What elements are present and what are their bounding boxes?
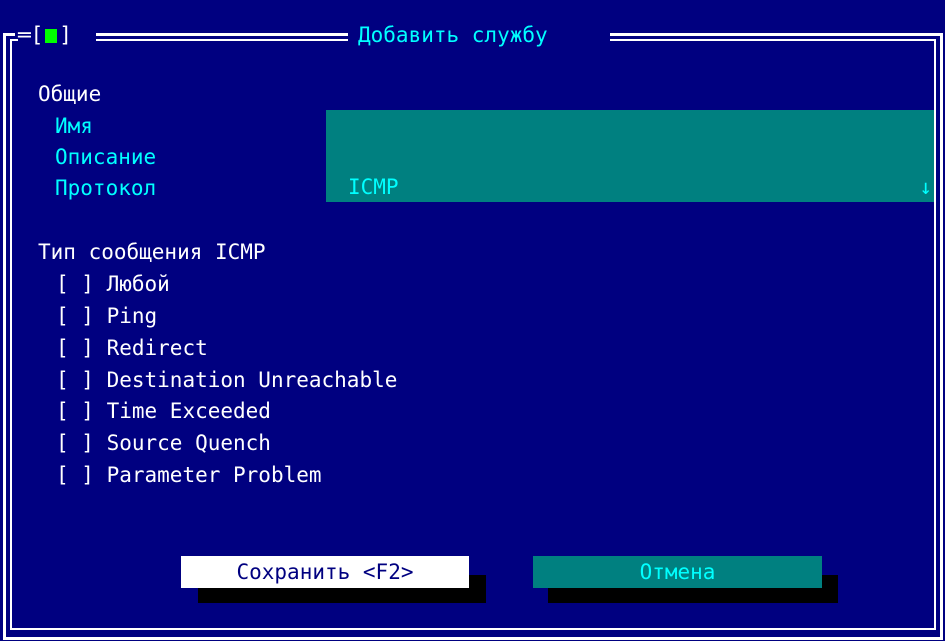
close-box-left: ═[ — [18, 23, 44, 47]
checkbox-ping[interactable]: [ ] Ping — [56, 302, 157, 330]
close-button[interactable]: ═[] — [18, 22, 72, 48]
name-label: Имя — [55, 114, 93, 138]
checkbox-box[interactable]: [ ] — [56, 304, 94, 328]
checkbox-destination-unreachable[interactable]: [ ] Destination Unreachable — [56, 366, 397, 394]
checkbox-label: Redirect — [106, 336, 208, 360]
protocol-select[interactable]: ICMP ↓ — [326, 172, 934, 202]
protocol-label: Протокол — [55, 176, 157, 200]
description-label: Описание — [55, 145, 157, 169]
name-field[interactable] — [326, 110, 934, 141]
checkbox-label: Source Quench — [106, 431, 271, 455]
checkbox-label: Time Exceeded — [106, 399, 271, 423]
checkbox-box[interactable]: [ ] — [56, 431, 94, 455]
cancel-button[interactable]: Отмена — [533, 556, 822, 588]
save-button[interactable]: Сохранить <F2> — [181, 556, 469, 588]
checkbox-label: Destination Unreachable — [106, 368, 398, 392]
close-box-right: ] — [59, 23, 72, 47]
frame-top-line — [96, 39, 348, 41]
checkbox-box[interactable]: [ ] — [56, 272, 94, 296]
checkbox-label: Любой — [106, 272, 170, 296]
protocol-value: ICMP — [348, 175, 399, 199]
checkbox-source-quench[interactable]: [ ] Source Quench — [56, 429, 271, 457]
frame-top-line — [96, 33, 348, 36]
dialog-title: Добавить службу — [350, 22, 556, 48]
checkbox-any[interactable]: [ ] Любой — [56, 270, 170, 298]
checkbox-time-exceeded[interactable]: [ ] Time Exceeded — [56, 397, 271, 425]
screen: ═[] Добавить службу Общие Имя Описание П… — [0, 0, 947, 642]
checkbox-parameter-problem[interactable]: [ ] Parameter Problem — [56, 461, 322, 489]
checkbox-label: Ping — [106, 304, 158, 328]
frame-top-line — [610, 39, 936, 41]
checkbox-box[interactable]: [ ] — [56, 336, 94, 360]
checkbox-redirect[interactable]: [ ] Redirect — [56, 334, 208, 362]
general-heading: Общие — [38, 82, 102, 106]
checkbox-box[interactable]: [ ] — [56, 368, 94, 392]
checkbox-box[interactable]: [ ] — [56, 463, 94, 487]
checkbox-box[interactable]: [ ] — [56, 399, 94, 423]
description-field[interactable] — [326, 141, 934, 172]
frame-top-line — [10, 39, 18, 41]
add-service-dialog: ═[] Добавить службу Общие Имя Описание П… — [0, 0, 945, 641]
icmp-heading: Тип сообщения ICMP — [38, 240, 266, 264]
frame-top-line — [3, 33, 15, 36]
dropdown-arrow-icon[interactable]: ↓ — [919, 172, 932, 202]
checkbox-label: Parameter Problem — [106, 463, 322, 487]
close-indicator-icon — [45, 29, 58, 43]
frame-top-line — [610, 33, 943, 36]
